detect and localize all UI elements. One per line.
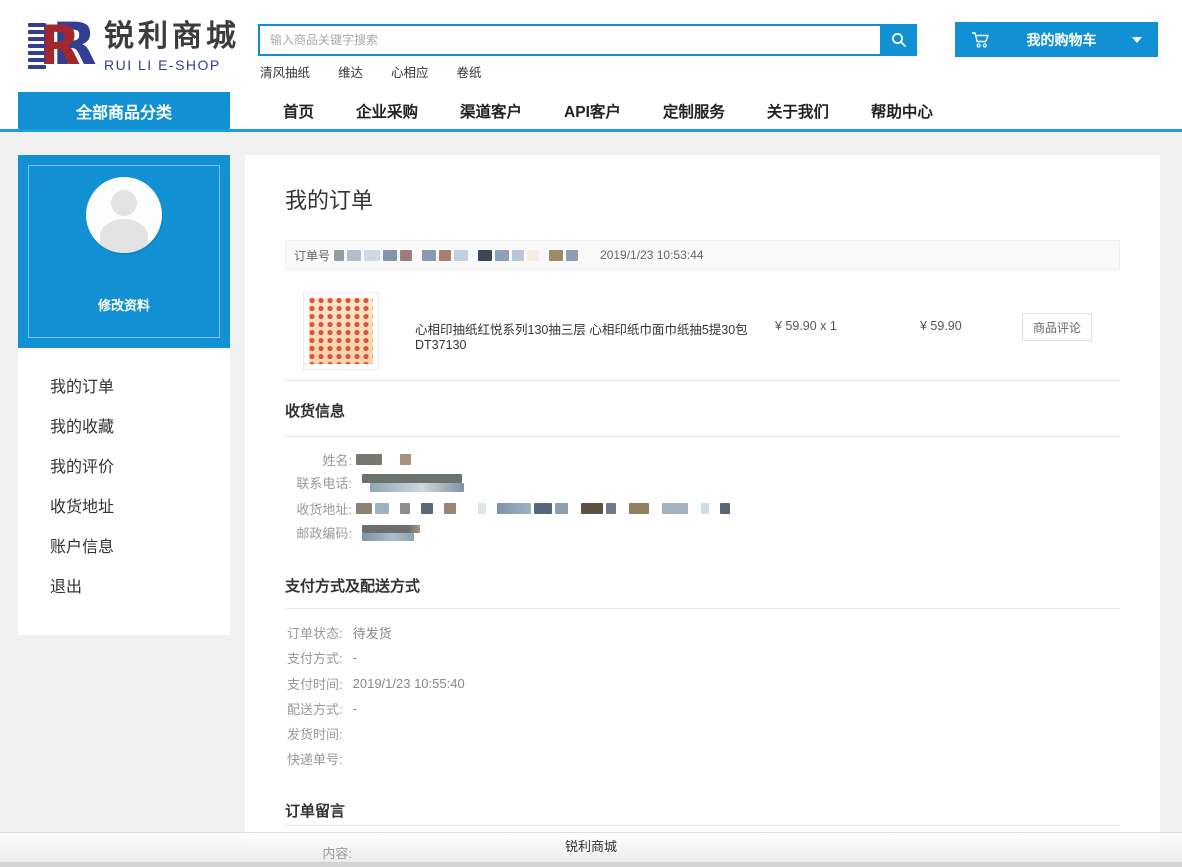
shipping-row-zip: 邮政编码: bbox=[285, 523, 420, 542]
page: R R 锐利商城 RUI LI E-SHOP 清风抽纸 维达 心相应 卷纸 bbox=[0, 0, 1182, 867]
search-button[interactable] bbox=[880, 24, 917, 56]
message-content-row: 内容: bbox=[285, 843, 1182, 862]
field-label: 订单状态: bbox=[287, 623, 343, 642]
brand-logo[interactable]: R R 锐利商城 RUI LI E-SHOP bbox=[26, 12, 240, 80]
redacted-value bbox=[362, 525, 420, 541]
section-divider bbox=[285, 608, 1120, 609]
profile-card: 修改资料 bbox=[18, 155, 230, 348]
product-thumbnail-image bbox=[309, 298, 373, 364]
redacted-value bbox=[356, 503, 730, 514]
nav-item-custom[interactable]: 定制服务 bbox=[663, 100, 725, 122]
field-label: 快递单号: bbox=[287, 749, 343, 768]
page-title: 我的订单 bbox=[285, 183, 373, 215]
payment-row-shiptime: 发货时间: bbox=[287, 724, 353, 743]
order-datetime: 2019/1/23 10:53:44 bbox=[600, 248, 703, 262]
cart-icon bbox=[971, 31, 991, 49]
field-label: 支付时间: bbox=[287, 674, 343, 693]
field-label: 支付方式: bbox=[287, 648, 343, 667]
order-header-bar: 订单号 2019/1/23 10:53:44 bbox=[285, 240, 1120, 270]
nav-item-home[interactable]: 首页 bbox=[283, 100, 314, 122]
search-icon bbox=[890, 31, 908, 49]
brand-name-cn: 锐利商城 bbox=[104, 20, 240, 54]
field-label: 发货时间: bbox=[287, 724, 343, 743]
hot-keywords: 清风抽纸 维达 心相应 卷纸 bbox=[260, 62, 482, 81]
section-divider bbox=[285, 825, 1120, 826]
main-nav: 全部商品分类 首页 企业采购 渠道客户 API客户 定制服务 关于我们 帮助中心 bbox=[0, 92, 1182, 129]
payment-row-status: 订单状态: 待发货 bbox=[287, 623, 392, 642]
sidebar-item-addresses[interactable]: 收货地址 bbox=[18, 488, 230, 528]
footer-bottom-strip bbox=[0, 862, 1182, 867]
nav-item-channel[interactable]: 渠道客户 bbox=[460, 100, 522, 122]
shipping-row-address: 收货地址: bbox=[285, 499, 730, 518]
nav-item-enterprise[interactable]: 企业采购 bbox=[356, 100, 418, 122]
hot-keyword-link[interactable]: 维达 bbox=[338, 62, 363, 81]
brand-name: 锐利商城 RUI LI E-SHOP bbox=[104, 20, 240, 73]
payment-row-tracking: 快递单号: bbox=[287, 749, 353, 768]
cart-button[interactable]: 我的购物车 bbox=[955, 22, 1158, 57]
nav-item-about[interactable]: 关于我们 bbox=[767, 100, 829, 122]
brand-name-en: RUI LI E-SHOP bbox=[104, 57, 240, 73]
search-input[interactable] bbox=[258, 24, 882, 56]
payment-section-title: 支付方式及配送方式 bbox=[285, 575, 420, 596]
order-no-label: 订单号 bbox=[294, 247, 330, 264]
product-review-button[interactable]: 商品评论 bbox=[1022, 313, 1092, 341]
section-divider bbox=[285, 436, 1120, 437]
hot-keyword-link[interactable]: 心相应 bbox=[391, 62, 429, 81]
nav-links: 首页 企业采购 渠道客户 API客户 定制服务 关于我们 帮助中心 bbox=[283, 92, 933, 129]
edit-profile-link[interactable]: 修改资料 bbox=[18, 295, 230, 314]
sidebar-item-logout[interactable]: 退出 bbox=[18, 568, 230, 608]
payment-row-paytime: 支付时间: 2019/1/23 10:55:40 bbox=[287, 674, 465, 693]
chevron-down-icon bbox=[1132, 37, 1142, 43]
payment-row-delivery-method: 配送方式: - bbox=[287, 699, 357, 718]
brand-logo-icon: R R bbox=[26, 12, 94, 80]
all-categories-button[interactable]: 全部商品分类 bbox=[18, 92, 230, 129]
nav-item-help[interactable]: 帮助中心 bbox=[871, 100, 933, 122]
hot-keyword-link[interactable]: 卷纸 bbox=[457, 62, 482, 81]
sidebar-menu: 我的订单 我的收藏 我的评价 收货地址 账户信息 退出 bbox=[18, 348, 230, 635]
redacted-value bbox=[356, 454, 411, 465]
product-price-qty: ¥ 59.90 x 1 bbox=[775, 319, 837, 333]
product-subtotal: ¥ 59.90 bbox=[920, 319, 962, 333]
field-value: - bbox=[353, 701, 357, 716]
sidebar-item-my-orders[interactable]: 我的订单 bbox=[18, 368, 230, 408]
shipping-row-name: 姓名: bbox=[285, 450, 411, 469]
avatar[interactable] bbox=[86, 177, 162, 253]
field-value: 待发货 bbox=[353, 623, 392, 642]
field-label: 配送方式: bbox=[287, 699, 343, 718]
shipping-row-phone: 联系电话: bbox=[285, 473, 464, 492]
sidebar-item-reviews[interactable]: 我的评价 bbox=[18, 448, 230, 488]
payment-row-method: 支付方式: - bbox=[287, 648, 357, 667]
order-no-redacted bbox=[334, 250, 578, 261]
sidebar-item-favorites[interactable]: 我的收藏 bbox=[18, 408, 230, 448]
field-label: 内容: bbox=[285, 843, 352, 862]
field-label: 联系电话: bbox=[285, 473, 352, 492]
field-label: 邮政编码: bbox=[285, 523, 352, 542]
product-thumbnail[interactable] bbox=[303, 292, 379, 370]
cart-button-label: 我的购物车 bbox=[991, 30, 1132, 50]
nav-item-api[interactable]: API客户 bbox=[564, 100, 621, 122]
sidebar-item-account[interactable]: 账户信息 bbox=[18, 528, 230, 568]
avatar-body-icon bbox=[100, 219, 148, 253]
field-value: - bbox=[353, 650, 357, 665]
field-value: 2019/1/23 10:55:40 bbox=[353, 676, 465, 691]
section-divider bbox=[285, 380, 1120, 381]
message-section-title: 订单留言 bbox=[285, 800, 345, 821]
product-title[interactable]: 心相印抽纸红悦系列130抽三层 心相印纸巾面巾纸抽5提30包DT37130 bbox=[415, 319, 765, 352]
avatar-head-icon bbox=[111, 190, 137, 216]
header: R R 锐利商城 RUI LI E-SHOP 清风抽纸 维达 心相应 卷纸 bbox=[0, 0, 1182, 92]
field-label: 收货地址: bbox=[285, 499, 352, 518]
hot-keyword-link[interactable]: 清风抽纸 bbox=[260, 62, 310, 81]
logo-bars-icon bbox=[28, 23, 46, 69]
redacted-value bbox=[362, 474, 464, 492]
shipping-section-title: 收货信息 bbox=[285, 400, 345, 421]
main-panel: 我的订单 订单号 2019/1/23 10:53:44 心相印抽纸红悦系列130… bbox=[245, 155, 1160, 867]
field-label: 姓名: bbox=[285, 450, 352, 469]
